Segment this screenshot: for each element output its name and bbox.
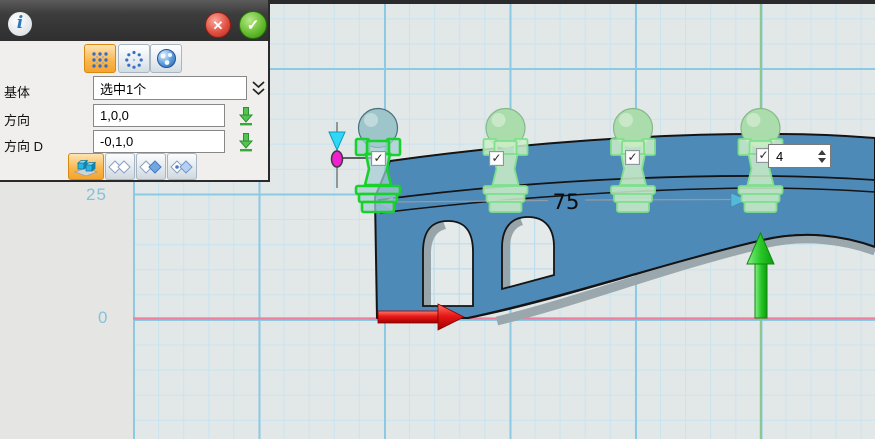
- instance-count-input[interactable]: [769, 148, 816, 165]
- pattern-dialog: i ✕ ✓: [0, 0, 270, 182]
- expand-chevrons-icon[interactable]: [251, 79, 266, 97]
- linear-pattern-icon: [90, 49, 110, 69]
- sphere-pattern-button[interactable]: [150, 44, 182, 73]
- spinner-buttons: [818, 150, 826, 163]
- instance-checkbox-1[interactable]: ✓: [371, 151, 386, 166]
- base-field[interactable]: [93, 76, 247, 100]
- subtract-result-button[interactable]: [136, 153, 166, 180]
- dialog-titlebar[interactable]: i ✕ ✓: [0, 0, 268, 41]
- cancel-button[interactable]: ✕: [205, 12, 231, 38]
- direction2-field[interactable]: [93, 130, 225, 153]
- info-icon[interactable]: i: [8, 12, 32, 36]
- pick-direction2-icon[interactable]: [237, 132, 255, 152]
- instance-count-spinbox[interactable]: [768, 144, 831, 168]
- manipulator-ring-magenta[interactable]: [332, 151, 343, 167]
- spin-up-button[interactable]: [818, 150, 826, 155]
- instance-checkbox-3[interactable]: ✓: [625, 150, 640, 165]
- linear-pattern-button[interactable]: [84, 44, 116, 73]
- circular-pattern-button[interactable]: [118, 44, 150, 73]
- direction-field-input[interactable]: [94, 105, 224, 126]
- intersect-result-button[interactable]: [167, 153, 197, 180]
- dimension-label: 75: [553, 190, 580, 214]
- application-window: 25 0: [0, 0, 875, 439]
- diamonds-filled-icon: [139, 158, 163, 176]
- pick-direction-icon[interactable]: [237, 106, 255, 126]
- cubes-icon: [73, 157, 99, 177]
- manipulator-cone-cyan[interactable]: [329, 132, 345, 150]
- sphere-pattern-icon: [156, 48, 177, 69]
- direction2-field-input[interactable]: [94, 131, 224, 152]
- diamonds-dot-icon: [170, 158, 194, 176]
- instance-checkbox-2[interactable]: ✓: [489, 151, 504, 166]
- diamonds-outline-icon: [108, 158, 132, 176]
- direction2-field-label: 方向 D: [4, 136, 43, 155]
- circular-pattern-icon: [124, 49, 144, 69]
- base-field-input[interactable]: [94, 77, 246, 99]
- base-field-label: 基体: [4, 82, 30, 101]
- spin-down-button[interactable]: [818, 158, 826, 163]
- confirm-button[interactable]: ✓: [239, 11, 267, 39]
- merge-result-button[interactable]: [68, 153, 104, 180]
- direction-field-label: 方向: [4, 110, 30, 129]
- direction-field[interactable]: [93, 104, 225, 127]
- independent-result-button[interactable]: [105, 153, 135, 180]
